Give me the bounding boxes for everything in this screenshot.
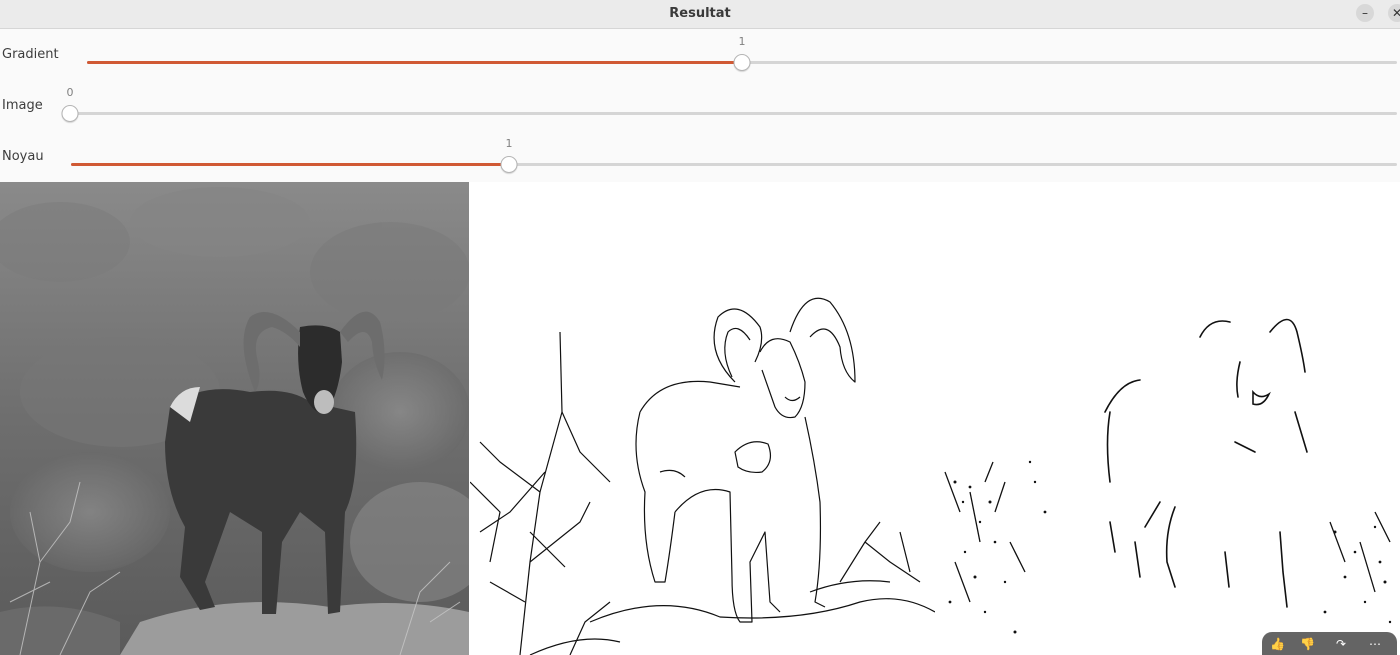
trackbar-label-image: Image <box>2 98 43 113</box>
close-icon[interactable]: ✕ <box>1388 4 1400 22</box>
grayscale-ram-photo <box>0 182 469 655</box>
feedback-toolbar: 👍 👎 ↷ ⋯ <box>1262 632 1397 655</box>
trackbar-value-noyau: 1 <box>505 137 513 150</box>
trackbar-label-noyau: Noyau <box>2 149 44 164</box>
trackbar-value-gradient: 1 <box>738 35 746 48</box>
window-title: Resultat <box>669 6 731 21</box>
trackbar-noyau[interactable] <box>71 156 1397 173</box>
trackbar-panel: Gradient 1 Image 0 Noyau 1 <box>0 29 1400 181</box>
trackbar-label-gradient: Gradient <box>2 47 59 62</box>
thumbs-down-icon[interactable]: 👎 <box>1300 637 1315 651</box>
edge-detection-result <box>470 182 935 655</box>
trackbar-handle-noyau[interactable] <box>500 156 518 173</box>
trackbar-handle-gradient[interactable] <box>733 54 751 71</box>
image-display <box>0 182 1400 655</box>
trackbar-handle-image[interactable] <box>61 105 79 122</box>
trackbar-image[interactable] <box>61 105 1397 122</box>
gradient-magnitude-result <box>935 182 1400 655</box>
share-icon[interactable]: ↷ <box>1334 637 1348 651</box>
trackbar-value-image: 0 <box>66 86 74 99</box>
trackbar-fill-noyau <box>71 163 509 166</box>
trackbar-fill-gradient <box>87 61 742 64</box>
more-icon[interactable]: ⋯ <box>1368 637 1382 651</box>
thumbs-up-icon[interactable]: 👍 <box>1270 637 1285 651</box>
trackbar-gradient[interactable] <box>87 54 1397 71</box>
title-bar: Resultat – ✕ <box>0 0 1400 29</box>
minimize-icon[interactable]: – <box>1356 4 1374 22</box>
